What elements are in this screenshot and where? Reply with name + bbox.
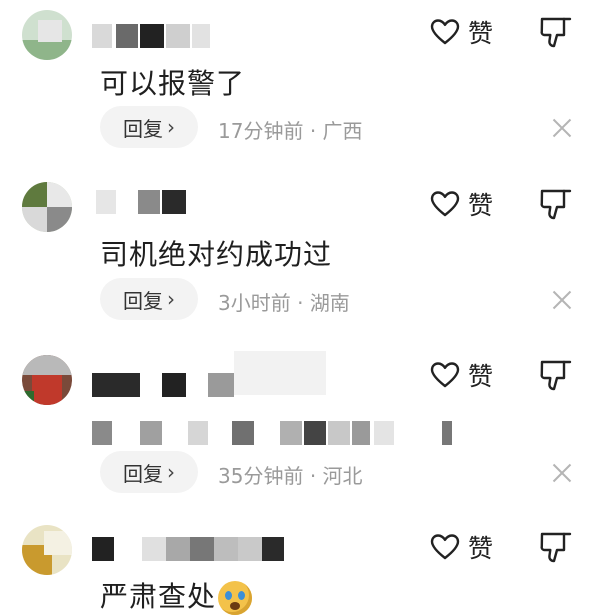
chevron-right-icon: › (167, 115, 175, 139)
like-button[interactable]: 赞 (430, 186, 493, 222)
dislike-button[interactable] (538, 357, 574, 393)
comment-meta: 35分钟前 · 河北 (218, 464, 363, 488)
reply-label: 回复 (123, 461, 163, 486)
comment-meta: 3小时前 · 湖南 (218, 291, 350, 315)
comment-location: 河北 (322, 464, 363, 488)
thumbs-down-icon (540, 532, 572, 563)
comment-time: 3小时前 (218, 291, 291, 315)
comment-location: 广西 (322, 119, 363, 143)
heart-outline-icon (430, 362, 460, 388)
like-button[interactable]: 赞 (430, 357, 493, 393)
heart-outline-icon (430, 534, 460, 560)
dislike-button[interactable] (538, 529, 574, 565)
heart-outline-icon (430, 19, 460, 45)
thumbs-down-icon (540, 360, 572, 391)
close-icon[interactable] (552, 118, 572, 138)
comment-location: 湖南 (309, 291, 350, 315)
like-label: 赞 (468, 19, 494, 48)
reply-button[interactable]: 回复 › (100, 278, 198, 320)
close-icon[interactable] (552, 290, 572, 310)
comment-time: 17分钟前 (218, 119, 304, 143)
chevron-right-icon: › (167, 460, 175, 484)
like-label: 赞 (468, 534, 494, 563)
comment-item: 赞 回复 › 35分钟前 · 河北 (0, 345, 600, 515)
comment-meta: 17分钟前 · 广西 (218, 119, 363, 143)
thumbs-down-icon (540, 189, 572, 220)
comment-item: 赞 司机绝对约成功过 回复 › 3小时前 · 湖南 (0, 170, 600, 345)
like-label: 赞 (468, 362, 494, 391)
avatar[interactable] (22, 10, 72, 60)
avatar[interactable] (22, 182, 72, 232)
like-button[interactable]: 赞 (430, 529, 493, 565)
heart-outline-icon (430, 191, 460, 217)
comment-text: 司机绝对约成功过 (100, 238, 333, 271)
dislike-button[interactable] (538, 14, 574, 50)
comment-item: 赞 可以报警了 回复 › 17分钟前 · 广西 (0, 0, 600, 170)
close-icon[interactable] (552, 463, 572, 483)
thumbs-down-icon (540, 17, 572, 48)
shocked-face-emoji (218, 581, 253, 615)
comment-text: 可以报警了 (100, 67, 246, 100)
chevron-right-icon: › (167, 287, 175, 311)
comment-time: 35分钟前 (218, 464, 304, 488)
reply-button[interactable]: 回复 › (100, 106, 198, 148)
reply-button[interactable]: 回复 › (100, 451, 198, 493)
avatar[interactable] (22, 355, 72, 405)
comment-item: 赞 严肃查处 (0, 515, 600, 615)
dislike-button[interactable] (538, 186, 574, 222)
like-label: 赞 (468, 191, 494, 220)
avatar[interactable] (22, 525, 72, 575)
reply-label: 回复 (123, 288, 163, 313)
like-button[interactable]: 赞 (430, 14, 493, 50)
comment-text: 严肃查处 (100, 575, 253, 615)
reply-label: 回复 (123, 116, 163, 141)
